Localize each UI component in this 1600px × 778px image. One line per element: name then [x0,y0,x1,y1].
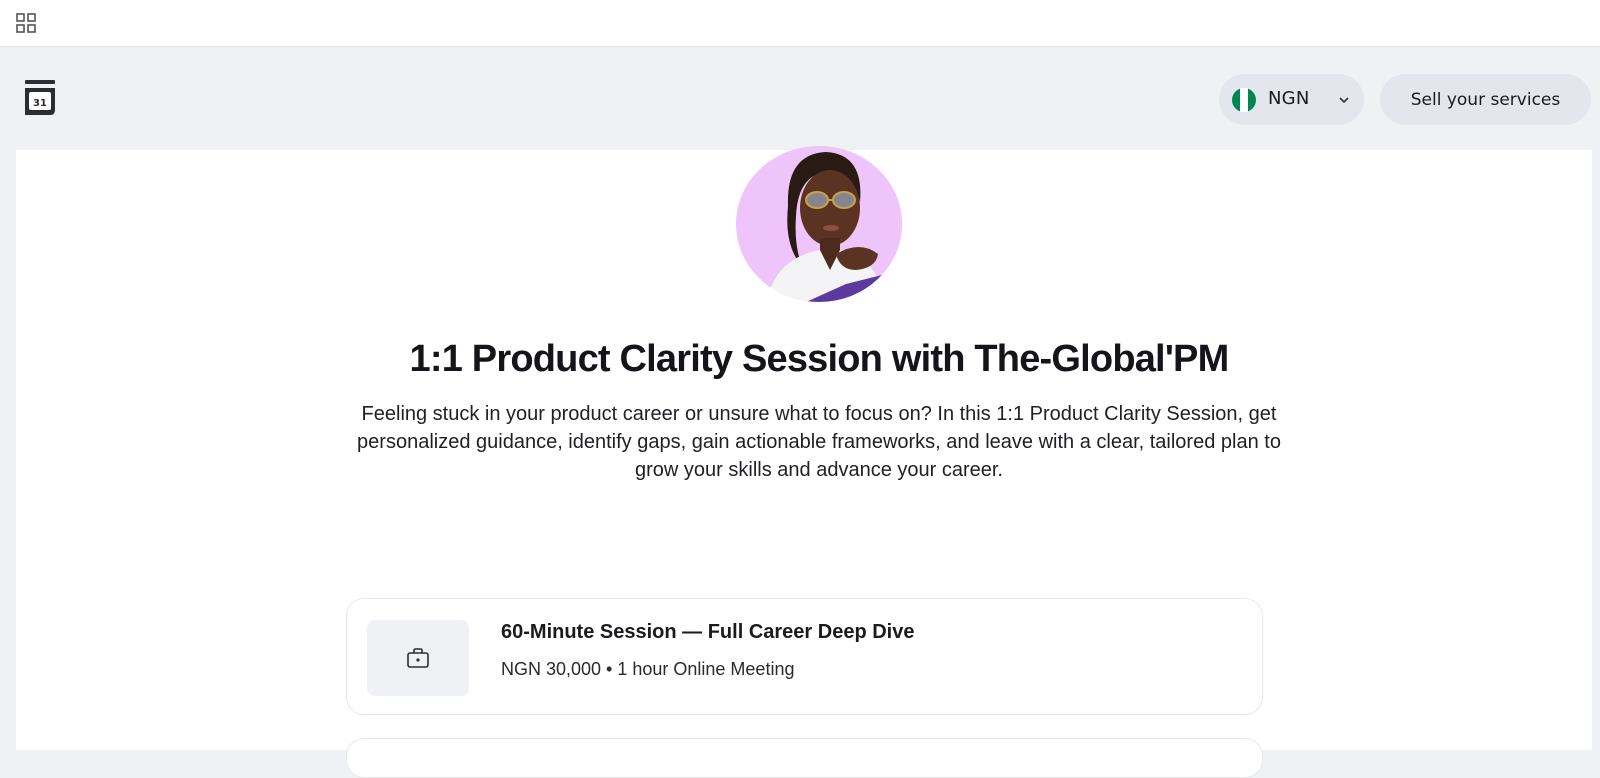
page-description: Feeling stuck in your product career or … [357,403,1281,481]
logo-date-number: 31 [33,98,47,109]
service-item-partial[interactable] [346,738,1263,778]
service-price-duration: NGN 30,000 • 1 hour Online Meeting [501,659,795,679]
profile-card: 1:1 Product Clarity Session with The-Glo… [16,146,1592,778]
service-title: 60-Minute Session — Full Career Deep Div… [501,621,915,643]
sell-services-button[interactable]: Sell your services [1380,74,1591,125]
apps-grid-icon[interactable] [16,13,36,33]
page-title: 1:1 Product Clarity Session with The-Glo… [409,338,1230,380]
site-header: 31 NGN Sell your services [0,47,1600,150]
chevron-down-icon [1339,97,1349,104]
avatar [736,146,902,302]
service-item[interactable]: 60-Minute Session — Full Career Deep Div… [346,598,1263,715]
nigeria-flag-icon [1232,88,1256,112]
currency-code: NGN [1268,88,1310,109]
currency-selector[interactable]: NGN [1219,74,1364,125]
service-icon-box [367,620,469,696]
top-toolbar [0,0,1600,47]
calendar-logo-icon[interactable]: 31 [24,80,56,116]
avatar-portrait-image [736,146,902,302]
briefcase-icon [407,648,429,668]
